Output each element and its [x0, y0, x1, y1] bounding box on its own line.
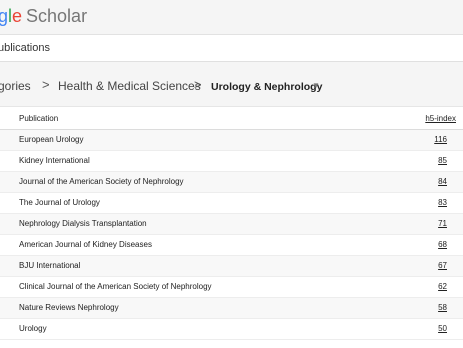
publication-name: Journal of the American Society of Nephr…	[19, 177, 184, 186]
h5-index-link[interactable]: 68	[407, 240, 447, 249]
h5-index-link[interactable]: 71	[407, 219, 447, 228]
table-row: Kidney International 85	[0, 151, 463, 172]
table-row: European Urology 116	[0, 130, 463, 151]
google-scholar-logo[interactable]: gle Scholar	[0, 6, 87, 27]
table-row: The Journal of Urology 83	[0, 193, 463, 214]
logo-letter-g: g	[0, 6, 9, 26]
h5-index-link[interactable]: 67	[407, 261, 447, 270]
publication-name: Urology	[19, 324, 47, 333]
breadcrumb-urology-nephrology[interactable]: Urology & Nephrology	[211, 81, 322, 93]
section-label-publications[interactable]: ublications	[0, 42, 50, 54]
breadcrumb-separator-icon: >	[194, 77, 202, 92]
h5-index-link[interactable]: 83	[407, 198, 447, 207]
table-row: Journal of the American Society of Nephr…	[0, 172, 463, 193]
publications-table: Publication h5-index European Urology 11…	[0, 107, 463, 340]
h5-index-link[interactable]: 62	[407, 282, 447, 291]
table-row: American Journal of Kidney Diseases 68	[0, 235, 463, 256]
table-row: Clinical Journal of the American Society…	[0, 277, 463, 298]
publication-name: Nephrology Dialysis Transplantation	[19, 219, 147, 228]
logo-letter-e: e	[12, 6, 23, 26]
table-header-row: Publication h5-index	[0, 107, 463, 130]
publication-name: Kidney International	[19, 156, 90, 165]
breadcrumb-separator-icon: >	[42, 77, 50, 92]
h5-index-link[interactable]: 58	[407, 303, 447, 312]
table-row: Nature Reviews Nephrology 58	[0, 298, 463, 319]
caret-down-icon[interactable]: ▼	[312, 81, 320, 90]
publication-name: European Urology	[19, 135, 84, 144]
breadcrumb: gories > Health & Medical Sciences > Uro…	[0, 62, 463, 107]
table-row: BJU International 67	[0, 256, 463, 277]
top-header: gle Scholar	[0, 0, 463, 35]
publication-name: Nature Reviews Nephrology	[19, 303, 119, 312]
section-bar: ublications	[0, 36, 463, 62]
breadcrumb-categories[interactable]: gories	[0, 79, 31, 93]
column-header-h5-index[interactable]: h5-index	[406, 114, 456, 123]
h5-index-link[interactable]: 85	[407, 156, 447, 165]
table-row: Nephrology Dialysis Transplantation 71	[0, 214, 463, 235]
logo-product-name: Scholar	[26, 6, 88, 26]
h5-index-link[interactable]: 116	[407, 135, 447, 144]
h5-index-link[interactable]: 84	[407, 177, 447, 186]
table-row: Urology 50	[0, 319, 463, 340]
publication-name: American Journal of Kidney Diseases	[19, 240, 152, 249]
h5-index-link[interactable]: 50	[407, 324, 447, 333]
publication-name: Clinical Journal of the American Society…	[19, 282, 212, 291]
breadcrumb-health-medical[interactable]: Health & Medical Sciences	[58, 79, 201, 93]
publication-name: The Journal of Urology	[19, 198, 100, 207]
column-header-publication: Publication	[19, 114, 59, 123]
publication-name: BJU International	[19, 261, 81, 270]
